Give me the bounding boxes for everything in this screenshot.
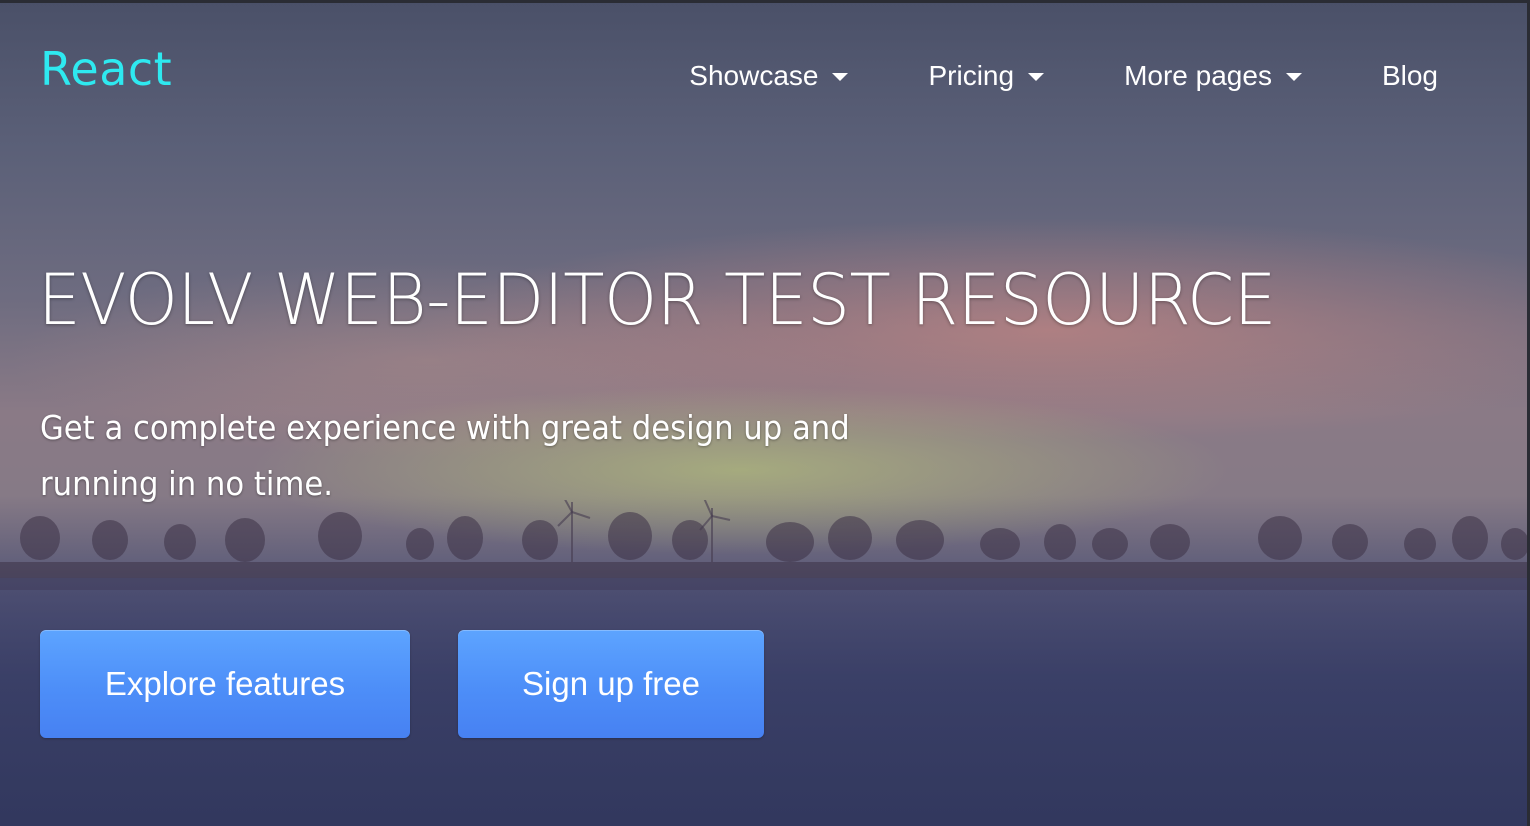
caret-down-icon xyxy=(832,73,849,81)
nav-item-showcase[interactable]: Showcase xyxy=(689,58,849,94)
nav-item-more-pages[interactable]: More pages xyxy=(1124,58,1302,94)
nav-item-label: Showcase xyxy=(689,60,819,91)
brand-logo-link[interactable]: React xyxy=(40,46,172,92)
explore-features-button[interactable]: Explore features xyxy=(40,630,410,738)
nav-item-label: Pricing xyxy=(928,60,1015,91)
hero-headline: EVOLV WEB-EDITOR TEST RESOURCE xyxy=(38,259,1276,341)
nav-item-blog[interactable]: Blog xyxy=(1382,58,1438,94)
sign-up-free-button[interactable]: Sign up free xyxy=(458,630,764,738)
window-top-border xyxy=(0,0,1530,3)
caret-down-icon xyxy=(1028,73,1045,81)
caret-down-icon xyxy=(1285,73,1302,81)
hero-section: React Showcase Pricing More pages Blog E… xyxy=(0,0,1530,826)
nav-item-label: Blog xyxy=(1381,60,1438,91)
nav-item-label: More pages xyxy=(1124,60,1272,91)
hero-background-treeline xyxy=(0,500,1530,590)
nav-item-pricing[interactable]: Pricing xyxy=(928,58,1045,94)
hero-subtitle: Get a complete experience with great des… xyxy=(40,408,850,503)
main-nav: Showcase Pricing More pages Blog xyxy=(689,58,1438,94)
